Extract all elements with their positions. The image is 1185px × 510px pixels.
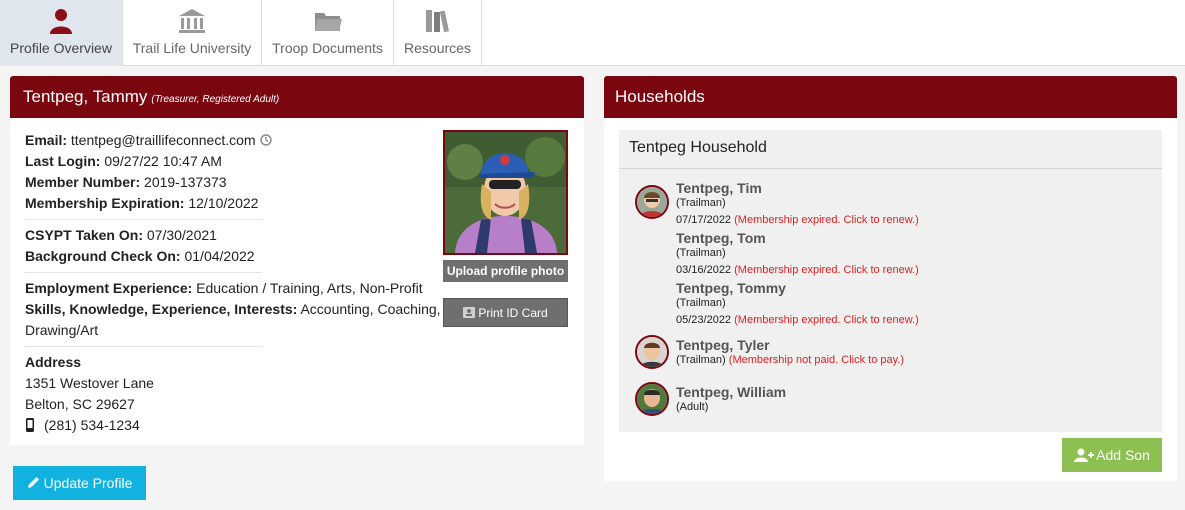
membership-date: 05/23/2022 bbox=[676, 314, 732, 326]
member-status-row: 07/17/2022 (Membership expired. Click to… bbox=[676, 214, 919, 226]
add-user-icon bbox=[1074, 448, 1095, 462]
households-title: Households bbox=[615, 87, 705, 106]
membership-expiration-value: 12/10/2022 bbox=[188, 195, 259, 211]
member-name[interactable]: Tentpeg, Tim bbox=[676, 180, 762, 196]
membership-expiration-row: Membership Expiration: 12/10/2022 bbox=[25, 195, 259, 211]
member-name[interactable]: Tentpeg, Tom bbox=[676, 230, 766, 246]
profile-roles: (Treasurer, Registered Adult) bbox=[151, 94, 280, 105]
avatar-image bbox=[637, 337, 667, 367]
skills-value-continued: Drawing/Art bbox=[25, 322, 99, 338]
tab-label: Troop Documents bbox=[272, 40, 383, 56]
person-icon bbox=[50, 9, 72, 34]
background-check-value: 01/04/2022 bbox=[184, 248, 255, 264]
csypt-value: 07/30/2021 bbox=[146, 227, 217, 243]
tab-troop-documents[interactable]: Troop Documents bbox=[262, 0, 394, 66]
address-label: Address bbox=[25, 354, 82, 370]
email-value: ttentpeg@traillifeconnect.com bbox=[70, 132, 256, 148]
divider bbox=[619, 168, 1162, 169]
print-id-label: Print ID Card bbox=[478, 306, 548, 320]
tab-label: Trail Life University bbox=[132, 40, 252, 56]
skills-row-continued: Drawing/Art bbox=[25, 320, 98, 341]
last-login-row: Last Login: 09/27/22 10:47 AM bbox=[25, 153, 222, 169]
profile-photo bbox=[443, 130, 568, 255]
tab-resources[interactable]: Resources bbox=[394, 0, 482, 66]
divider bbox=[25, 219, 262, 220]
membership-pay-link[interactable]: (Membership not paid. Click to pay.) bbox=[729, 354, 904, 366]
background-check-row: Background Check On: 01/04/2022 bbox=[25, 248, 255, 264]
phone-row: (281) 534-1234 bbox=[25, 415, 140, 436]
member-status-row: 05/23/2022 (Membership expired. Click to… bbox=[676, 314, 919, 326]
update-profile-button[interactable]: Update Profile bbox=[13, 466, 146, 500]
member-role: (Trailman) bbox=[676, 297, 726, 309]
employment-row: Employment Experience: Education / Train… bbox=[25, 280, 423, 296]
email-row: Email: ttentpeg@traillifeconnect.com bbox=[25, 130, 273, 151]
member-role: (Adult) bbox=[676, 401, 709, 413]
profile-panel: Tentpeg, Tammy (Treasurer, Registered Adu… bbox=[10, 76, 584, 445]
membership-date: 07/17/2022 bbox=[676, 214, 732, 226]
member-name[interactable]: Tentpeg, Tommy bbox=[676, 280, 786, 296]
add-son-label: Add Son bbox=[1096, 447, 1150, 463]
avatar[interactable] bbox=[635, 335, 669, 369]
divider bbox=[25, 272, 262, 273]
profile-title: Tentpeg, Tammy (Treasurer, Registered Adu… bbox=[23, 87, 279, 107]
upload-profile-photo-button[interactable]: Upload profile photo bbox=[443, 260, 568, 282]
top-tab-bar: Profile Overview Trail Life University T… bbox=[0, 0, 1185, 66]
pencil-icon bbox=[27, 477, 39, 488]
books-icon bbox=[425, 10, 449, 33]
member-name[interactable]: Tentpeg, William bbox=[676, 384, 786, 400]
profile-photo-image bbox=[445, 132, 566, 253]
tab-profile-overview[interactable]: Profile Overview bbox=[0, 0, 123, 66]
avatar[interactable] bbox=[635, 382, 669, 416]
membership-renew-link[interactable]: (Membership expired. Click to renew.) bbox=[734, 214, 919, 226]
households-panel: Households Tentpeg Household Tentpeg, Ti… bbox=[604, 76, 1177, 481]
households-header: Households bbox=[604, 76, 1177, 118]
member-status-row: (Trailman) (Membership not paid. Click t… bbox=[676, 354, 904, 366]
member-role: (Trailman) bbox=[676, 247, 726, 259]
tab-label: Resources bbox=[404, 40, 471, 56]
household-name: Tentpeg Household bbox=[629, 139, 767, 156]
member-role: (Trailman) bbox=[676, 197, 726, 209]
profile-header: Tentpeg, Tammy (Treasurer, Registered Adu… bbox=[10, 76, 584, 118]
member-status-row: 03/16/2022 (Membership expired. Click to… bbox=[676, 264, 919, 276]
address-line2: Belton, SC 29627 bbox=[25, 396, 135, 412]
phone-value: (281) 534-1234 bbox=[44, 417, 140, 433]
profile-name: Tentpeg, Tammy bbox=[23, 87, 148, 106]
tab-label: Profile Overview bbox=[10, 40, 112, 56]
member-number-value: 2019-137373 bbox=[144, 174, 227, 190]
avatar-image bbox=[637, 384, 667, 414]
membership-renew-link[interactable]: (Membership expired. Click to renew.) bbox=[734, 314, 919, 326]
skills-row: Skills, Knowledge, Experience, Interests… bbox=[25, 301, 441, 317]
divider bbox=[25, 346, 262, 347]
skills-value: Accounting, Coaching, bbox=[300, 301, 441, 317]
member-role: (Trailman) bbox=[676, 354, 726, 366]
member-name[interactable]: Tentpeg, Tyler bbox=[676, 337, 770, 353]
avatar-image bbox=[637, 187, 667, 217]
address-line1: 1351 Westover Lane bbox=[25, 375, 154, 391]
member-number-row: Member Number: 2019-137373 bbox=[25, 174, 227, 190]
history-icon[interactable] bbox=[259, 133, 273, 147]
update-profile-label: Update Profile bbox=[43, 475, 133, 491]
id-card-icon bbox=[463, 307, 476, 318]
print-id-card-button[interactable]: Print ID Card bbox=[443, 298, 568, 327]
household-card: Tentpeg Household Tentpeg, Tim (Trailman… bbox=[619, 130, 1162, 432]
membership-date: 03/16/2022 bbox=[676, 264, 732, 276]
csypt-row: CSYPT Taken On: 07/30/2021 bbox=[25, 227, 217, 243]
university-icon bbox=[179, 9, 205, 33]
last-login-value: 09/27/22 10:47 AM bbox=[104, 153, 222, 169]
folder-icon bbox=[314, 13, 342, 31]
mobile-phone-icon bbox=[26, 418, 34, 432]
membership-renew-link[interactable]: (Membership expired. Click to renew.) bbox=[734, 264, 919, 276]
tab-trail-life-university[interactable]: Trail Life University bbox=[123, 0, 262, 66]
employment-value: Education / Training, Arts, Non-Profit bbox=[196, 280, 423, 296]
avatar[interactable] bbox=[635, 185, 669, 219]
add-son-button[interactable]: Add Son bbox=[1062, 438, 1162, 472]
